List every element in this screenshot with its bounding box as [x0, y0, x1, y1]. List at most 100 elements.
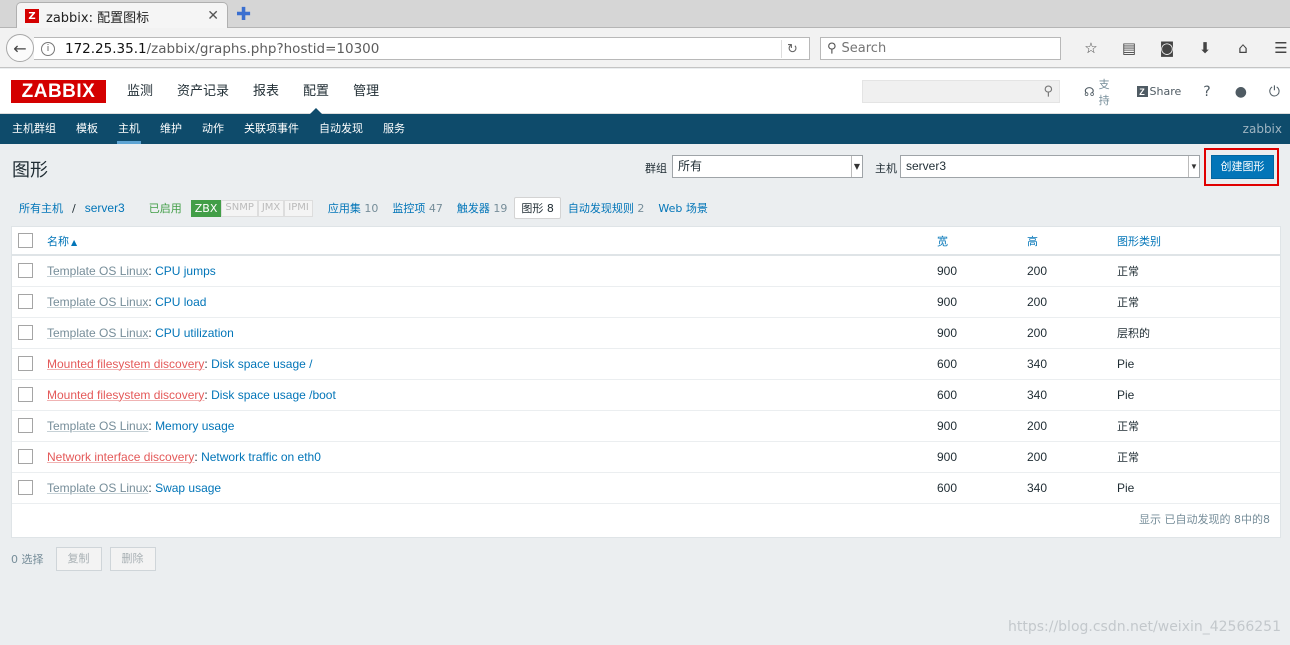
row-checkbox[interactable]	[18, 449, 33, 465]
template-link[interactable]: Template OS Linux	[47, 419, 148, 433]
host-link[interactable]: server3	[78, 201, 132, 215]
height-column-header[interactable]: 高	[1027, 227, 1117, 256]
create-graph-highlight: 创建图形	[1204, 148, 1279, 186]
host-select[interactable]: server3 ▼	[900, 155, 1200, 178]
hamburger-menu-icon[interactable]: ☰	[1262, 37, 1290, 59]
menu-inventory[interactable]: 资产记录	[165, 69, 241, 114]
template-link[interactable]: Template OS Linux	[47, 326, 148, 340]
zabbix-favicon-icon: Z	[25, 9, 39, 23]
submenu-host-groups[interactable]: 主机群组	[0, 114, 66, 144]
discovery-rule-link[interactable]: Mounted filesystem discovery	[47, 388, 204, 402]
applications-link[interactable]: 应用集 10	[321, 200, 386, 216]
back-button[interactable]: ←	[6, 34, 34, 62]
browser-search[interactable]: ⚲	[820, 37, 1061, 60]
menu-reports[interactable]: 报表	[241, 69, 291, 114]
submenu-maintenance[interactable]: 维护	[150, 114, 192, 144]
discovery-rule-link[interactable]: Network interface discovery	[47, 450, 194, 464]
share-link[interactable]: Z Share	[1127, 85, 1192, 98]
group-select[interactable]: 所有 ▼	[672, 155, 863, 178]
graph-name-cell: Mounted filesystem discovery: Disk space…	[47, 348, 937, 380]
browser-tab[interactable]: Z zabbix: 配置图标 ✕	[16, 2, 228, 29]
graph-name-link[interactable]: CPU jumps	[155, 264, 216, 278]
logout-power-icon[interactable]: ⏻	[1259, 84, 1290, 100]
create-graph-button[interactable]: 创建图形	[1211, 155, 1274, 179]
submenu-event-correlation[interactable]: 关联项事件	[234, 114, 309, 144]
zabbix-logo[interactable]: ZABBIX	[11, 80, 106, 103]
submenu-hosts[interactable]: 主机	[108, 114, 150, 144]
row-checkbox[interactable]	[18, 356, 33, 372]
graphs-table-container: 名称 ▲ 宽 高 图形类别 Template OS Linux: CPU jump…	[11, 226, 1281, 538]
graph-name-link[interactable]: CPU utilization	[155, 326, 234, 340]
row-checkbox[interactable]	[18, 325, 33, 341]
type-column-header[interactable]: 图形类别	[1117, 227, 1280, 256]
triggers-link[interactable]: 触发器 19	[450, 200, 515, 216]
menu-monitoring[interactable]: 监测	[115, 69, 165, 114]
browser-search-input[interactable]	[841, 41, 1042, 56]
triggers-label: 触发器	[456, 202, 490, 215]
template-link[interactable]: Template OS Linux	[47, 481, 148, 495]
submenu-templates[interactable]: 模板	[66, 114, 108, 144]
graph-type: Pie	[1117, 379, 1280, 411]
graphs-label: 图形	[521, 202, 544, 215]
zbx-availability: ZBX	[190, 199, 222, 217]
graph-height: 340	[1027, 472, 1117, 504]
search-icon[interactable]: ⚲	[1043, 84, 1053, 99]
graphs-tab[interactable]: 图形 8	[514, 197, 561, 219]
template-link[interactable]: Template OS Linux	[47, 264, 148, 278]
zabbix-search-input[interactable]: ⚲	[862, 80, 1060, 103]
user-profile-icon[interactable]: ●	[1223, 84, 1259, 100]
select-all-checkbox[interactable]	[18, 233, 33, 248]
tab-title: zabbix: 配置图标	[46, 10, 150, 26]
bookmark-star-icon[interactable]: ☆	[1072, 37, 1110, 59]
row-checkbox[interactable]	[18, 418, 33, 434]
download-icon[interactable]: ⬇	[1186, 37, 1224, 59]
graph-name-link[interactable]: Memory usage	[155, 419, 234, 433]
graph-name-cell: Template OS Linux: CPU load	[47, 286, 937, 318]
all-hosts-link[interactable]: 所有主机	[12, 200, 70, 216]
menu-administration[interactable]: 管理	[341, 69, 391, 114]
width-column-header[interactable]: 宽	[937, 227, 1027, 256]
items-link[interactable]: 监控项 47	[385, 200, 450, 216]
status-badge[interactable]: 已启用	[142, 200, 189, 216]
discovery-rules-link[interactable]: 自动发现规则 2	[561, 200, 652, 216]
row-checkbox[interactable]	[18, 480, 33, 496]
row-select-cell	[12, 317, 47, 349]
url-text[interactable]: 172.25.35.1/zabbix/graphs.php?hostid=103…	[65, 41, 379, 57]
name-column-header[interactable]: 名称 ▲	[47, 227, 937, 256]
delete-button[interactable]: 删除	[109, 547, 156, 571]
jmx-availability: JMX	[257, 199, 285, 217]
help-icon[interactable]: ?	[1191, 84, 1222, 100]
copy-button[interactable]: 复制	[55, 547, 102, 571]
row-checkbox[interactable]	[18, 294, 33, 310]
graph-name-link[interactable]: Swap usage	[155, 481, 221, 495]
row-checkbox[interactable]	[18, 387, 33, 403]
support-link[interactable]: ☊ 支持	[1074, 76, 1127, 108]
table-row: Template OS Linux: CPU jumps 900 200 正常	[12, 255, 1280, 287]
home-icon[interactable]: ⌂	[1224, 37, 1262, 59]
submenu-services[interactable]: 服务	[373, 114, 415, 144]
submenu-discovery[interactable]: 自动发现	[309, 114, 373, 144]
ipmi-availability: IPMI	[284, 199, 313, 217]
graph-type: 正常	[1117, 410, 1280, 442]
row-select-cell	[12, 379, 47, 411]
discovery-rule-link[interactable]: Mounted filesystem discovery	[47, 357, 204, 371]
new-tab-icon[interactable]: ✚	[236, 4, 251, 25]
url-bar[interactable]: i 172.25.35.1/zabbix/graphs.php?hostid=1…	[34, 37, 810, 60]
submenu-actions[interactable]: 动作	[192, 114, 234, 144]
graph-name-link[interactable]: CPU load	[155, 295, 206, 309]
web-scenarios-link[interactable]: Web 场景	[651, 200, 714, 216]
pocket-icon[interactable]: ◙	[1148, 37, 1186, 59]
graph-name-link[interactable]: Network traffic on eth0	[201, 450, 321, 464]
graph-name-cell: Network interface discovery: Network tra…	[47, 441, 937, 473]
reading-list-icon[interactable]: ▤	[1110, 37, 1148, 59]
close-icon[interactable]: ✕	[207, 8, 219, 24]
graph-name-link[interactable]: Disk space usage /	[211, 357, 312, 371]
browser-toolbar: ☆ ▤ ◙ ⬇ ⌂ ☰	[1072, 37, 1290, 59]
menu-configuration[interactable]: 配置	[291, 69, 341, 114]
info-icon[interactable]: i	[41, 41, 55, 56]
reload-icon[interactable]: ↻	[781, 40, 803, 58]
graph-type: Pie	[1117, 472, 1280, 504]
graph-name-link[interactable]: Disk space usage /boot	[211, 388, 336, 402]
row-checkbox[interactable]	[18, 263, 33, 279]
template-link[interactable]: Template OS Linux	[47, 295, 148, 309]
